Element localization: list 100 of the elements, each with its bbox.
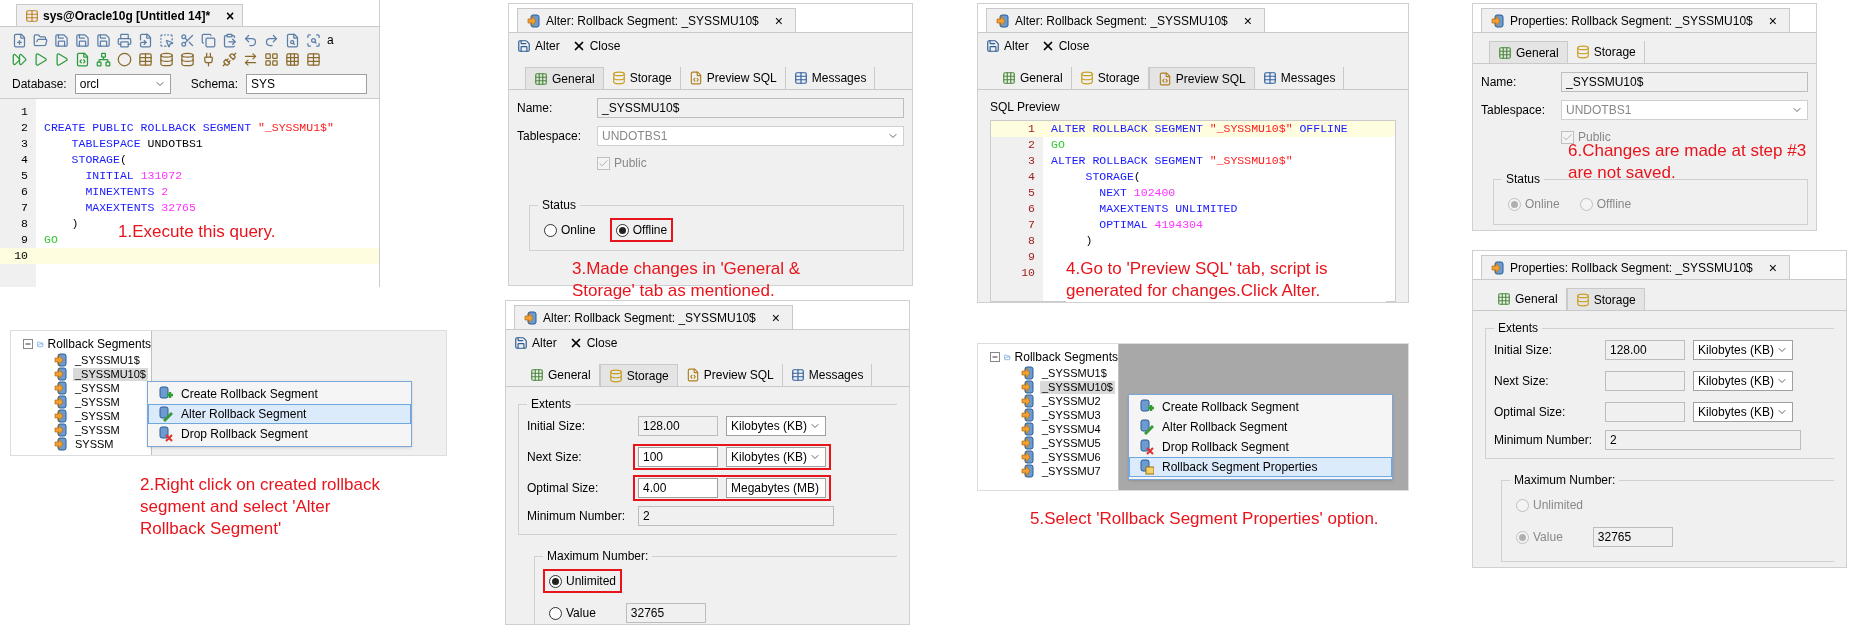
tab[interactable]: Storage: [603, 67, 681, 89]
tree-item[interactable]: _SYSSM: [73, 395, 122, 409]
dropdown[interactable]: UNDOTBS1: [597, 126, 904, 146]
tree-item[interactable]: _SYSSMU7: [1040, 464, 1103, 478]
tab[interactable]: Preview SQL: [677, 364, 783, 386]
menu-item[interactable]: Create Rollback Segment: [148, 384, 411, 404]
unplug-icon[interactable]: [222, 52, 237, 67]
text-field[interactable]: SYS: [246, 74, 367, 94]
tab[interactable]: Storage: [1566, 288, 1645, 310]
printer-icon[interactable]: [117, 32, 132, 48]
close-button[interactable]: ×: [770, 13, 787, 28]
run-all-icon[interactable]: [12, 52, 27, 67]
text-field[interactable]: _SYSSMU10$: [597, 98, 904, 118]
grid-icon[interactable]: [264, 52, 279, 67]
plug-icon[interactable]: [201, 52, 216, 67]
tab[interactable]: Storage: [599, 364, 678, 386]
dropdown[interactable]: UNDOTBS1: [1561, 100, 1808, 120]
collapse-icon[interactable]: [990, 352, 1000, 362]
close-button[interactable]: ×: [1764, 260, 1781, 275]
table-icon[interactable]: [138, 52, 153, 67]
storage-icon[interactable]: [159, 52, 174, 67]
tree-item[interactable]: _SYSSMU10$: [73, 367, 148, 381]
document-tab[interactable]: Alter: Rollback Segment: _SYSSMU10$ ×: [517, 8, 796, 32]
tab[interactable]: General: [525, 67, 604, 89]
radio-indicator[interactable]: [544, 223, 557, 237]
selection-icon[interactable]: [159, 32, 174, 48]
search-icon[interactable]: [285, 32, 300, 48]
text-field[interactable]: 2: [638, 506, 834, 526]
grid-icon[interactable]: [285, 52, 300, 67]
tab[interactable]: Messages: [785, 67, 876, 89]
redo-icon[interactable]: [264, 32, 279, 48]
menu-item[interactable]: Drop Rollback Segment: [148, 424, 411, 444]
search-icon[interactable]: [306, 32, 321, 48]
toolbar-button[interactable]: Close: [571, 37, 621, 55]
text-field[interactable]: 100: [638, 447, 718, 467]
copy-icon[interactable]: [201, 32, 216, 48]
undo-icon[interactable]: [243, 32, 258, 48]
text-field[interactable]: _SYSSMU10$: [1561, 72, 1808, 92]
text-field[interactable]: 2: [1605, 430, 1801, 450]
dropdown[interactable]: orcl: [74, 74, 171, 94]
tree-item[interactable]: SYSSM: [73, 437, 116, 451]
radio-indicator[interactable]: [549, 574, 562, 588]
menu-item[interactable]: Drop Rollback Segment: [1129, 437, 1392, 457]
tab[interactable]: General: [1489, 41, 1568, 63]
transfer-icon[interactable]: [243, 52, 258, 67]
tab[interactable]: Preview SQL: [680, 67, 786, 89]
tree-item[interactable]: _SYSSM: [73, 423, 122, 437]
document-tab[interactable]: Properties: Rollback Segment: _SYSSMU10$ ×: [1481, 255, 1790, 279]
toolbar-button[interactable]: Alter: [514, 334, 557, 352]
save-icon[interactable]: [75, 32, 90, 48]
tab[interactable]: Messages: [1254, 67, 1345, 89]
menu-item[interactable]: Alter Rollback Segment: [1129, 417, 1392, 437]
radio-indicator[interactable]: [615, 223, 629, 237]
tab[interactable]: Preview SQL: [1148, 67, 1255, 89]
close-button[interactable]: ×: [1764, 13, 1781, 28]
close-button[interactable]: ×: [226, 8, 235, 23]
tree-item[interactable]: Rollback Segments: [1014, 348, 1118, 366]
tree-item[interactable]: _SYSSM: [73, 381, 122, 395]
folder-icon[interactable]: [33, 32, 48, 48]
save-icon[interactable]: [96, 32, 111, 48]
new-file-icon[interactable]: [12, 32, 27, 48]
document-tab[interactable]: sys@Oracle10g [Untitled 14]* ×: [16, 4, 244, 26]
close-button[interactable]: ×: [767, 310, 784, 325]
script-icon[interactable]: [75, 52, 90, 67]
menu-item[interactable]: Alter Rollback Segment: [148, 404, 411, 424]
tab[interactable]: General: [522, 364, 600, 386]
toolbar-button[interactable]: Close: [1040, 37, 1090, 55]
toolbar-button[interactable]: Alter: [986, 37, 1029, 55]
tree-item[interactable]: _SYSSMU10$: [1040, 380, 1115, 394]
text-field[interactable]: 32765: [625, 603, 706, 623]
play-icon[interactable]: [54, 52, 69, 67]
dropdown[interactable]: Megabytes (MB): [726, 478, 826, 498]
cut-icon[interactable]: [180, 32, 195, 48]
tab[interactable]: Messages: [782, 364, 873, 386]
tree-item[interactable]: _SYSSMU1$: [73, 353, 142, 367]
menu-item[interactable]: Rollback Segment Properties: [1129, 457, 1392, 477]
toolbar-button[interactable]: Alter: [517, 37, 560, 55]
paste-icon[interactable]: [222, 32, 237, 48]
close-button[interactable]: ×: [1239, 13, 1256, 28]
tree-icon[interactable]: [96, 52, 111, 67]
document-tab[interactable]: Alter: Rollback Segment: _SYSSMU10$ ×: [986, 8, 1265, 32]
tree-item[interactable]: _SYSSMU2: [1040, 394, 1103, 408]
dropdown[interactable]: Kilobytes (KB): [726, 447, 826, 467]
text-field[interactable]: 4.00: [638, 478, 718, 498]
document-tab[interactable]: Alter: Rollback Segment: _SYSSMU10$ ×: [514, 305, 793, 329]
collapse-icon[interactable]: [23, 339, 33, 349]
document-tab[interactable]: Properties: Rollback Segment: _SYSSMU10$ ×: [1481, 8, 1790, 32]
toolbar-button[interactable]: Close: [568, 334, 618, 352]
tab[interactable]: General: [1489, 288, 1567, 310]
tree-item[interactable]: _SYSSMU3: [1040, 408, 1103, 422]
tree-item[interactable]: _SYSSMU5: [1040, 436, 1103, 450]
tree-item[interactable]: _SYSSMU1$: [1040, 366, 1109, 380]
table-icon[interactable]: [306, 52, 321, 67]
tree-item[interactable]: _SYSSM: [73, 409, 122, 423]
play-icon[interactable]: [33, 52, 48, 67]
tab[interactable]: Storage: [1567, 41, 1645, 63]
tree-item[interactable]: _SYSSMU4: [1040, 422, 1103, 436]
tab[interactable]: Storage: [1071, 67, 1149, 89]
tab[interactable]: General: [994, 67, 1072, 89]
tree-item[interactable]: _SYSSMU6: [1040, 450, 1103, 464]
